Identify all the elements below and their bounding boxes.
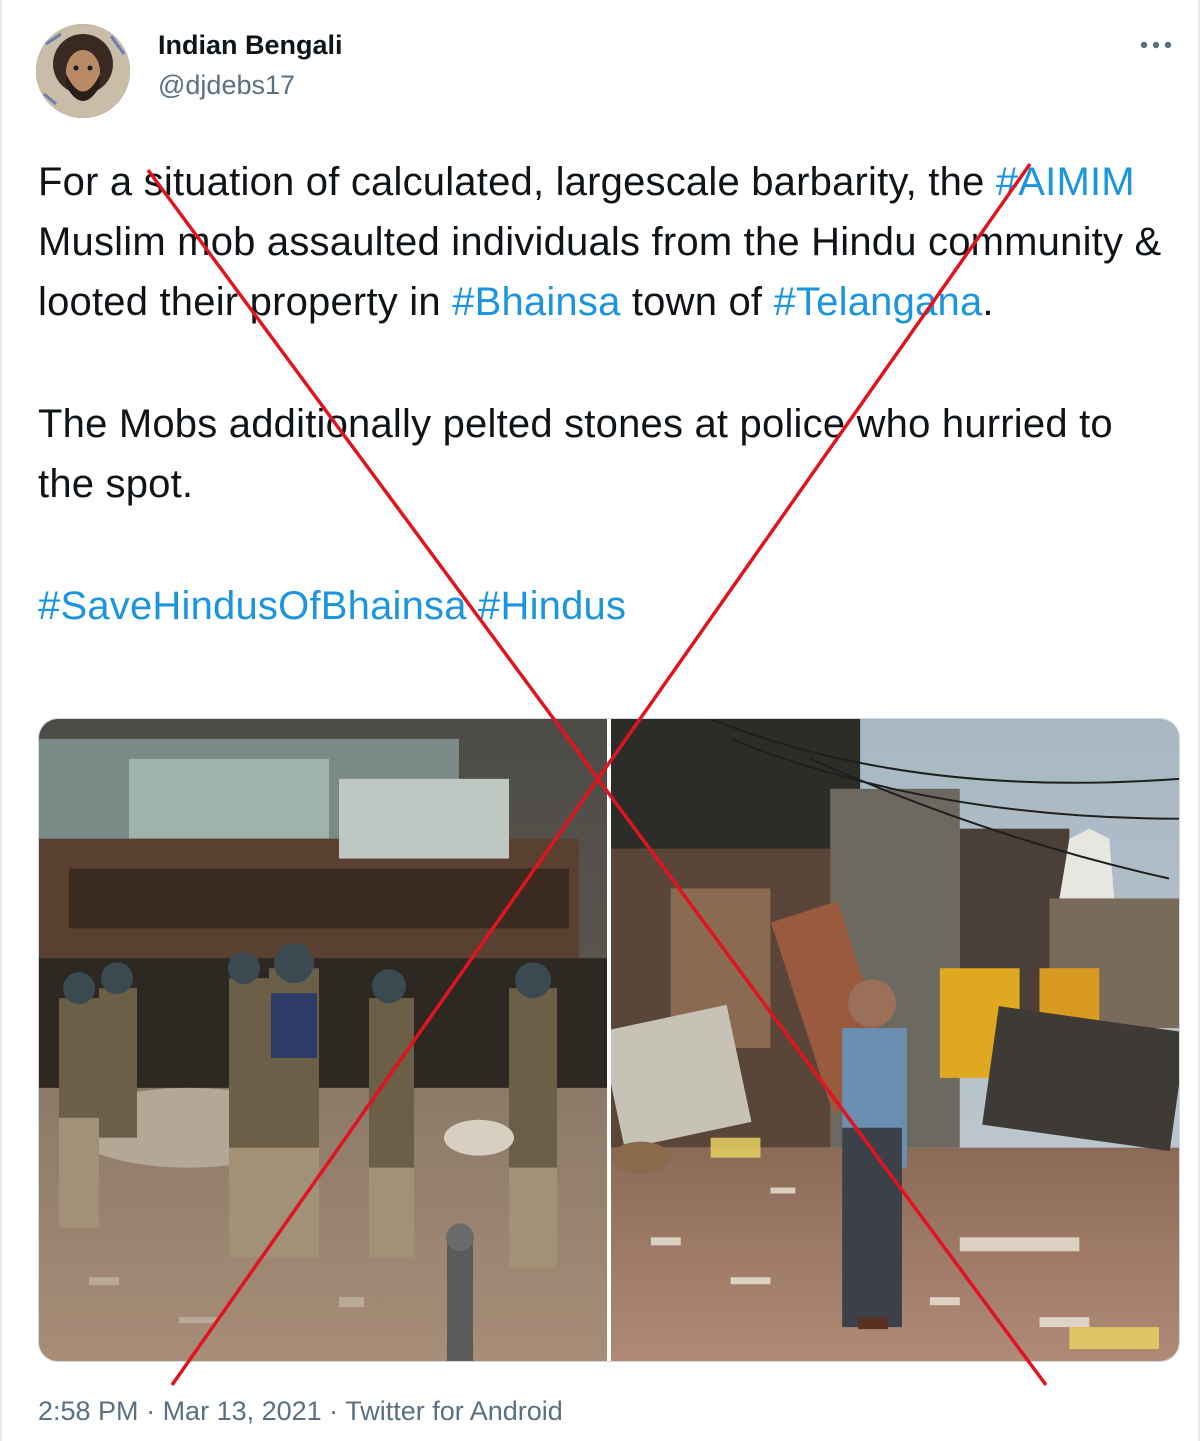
photo-right-image <box>611 719 1179 1361</box>
tweet-paragraph-hashtags: #SaveHindusOfBhainsa #Hindus <box>38 576 1178 636</box>
hashtag-link[interactable]: #Bhainsa <box>452 280 620 324</box>
hashtag-link[interactable]: #AIMIM <box>996 160 1135 204</box>
avatar[interactable] <box>36 24 130 118</box>
author-handle[interactable]: @djdebs17 <box>158 70 295 101</box>
photo-man-debris[interactable] <box>611 719 1179 1361</box>
tweet-date[interactable]: Mar 13, 2021 <box>163 1396 322 1426</box>
photo-left-image <box>39 719 607 1361</box>
author-display-name[interactable]: Indian Bengali <box>158 30 343 61</box>
more-options-button[interactable] <box>1136 30 1176 60</box>
avatar-image <box>36 24 130 118</box>
hashtag-link[interactable]: #Hindus <box>478 584 626 628</box>
media-grid <box>38 718 1180 1362</box>
tweet-source[interactable]: Twitter for Android <box>345 1396 563 1426</box>
tweet-card: Indian Bengali @djdebs17 For a situation… <box>0 0 1200 1441</box>
tweet-text-segment: . <box>982 280 994 324</box>
tweet-time[interactable]: 2:58 PM <box>38 1396 139 1426</box>
tweet-paragraph-2: The Mobs additionally pelted stones at p… <box>38 402 1113 506</box>
hashtag-link[interactable]: #Telangana <box>774 280 983 324</box>
tweet-meta: 2:58 PM · Mar 13, 2021 · Twitter for And… <box>38 1396 563 1427</box>
hashtag-link[interactable]: #SaveHindusOfBhainsa <box>38 584 467 628</box>
more-dots-icon <box>1140 41 1172 49</box>
tweet-text-segment: For a situation of calculated, largescal… <box>38 160 996 204</box>
meta-separator: · <box>321 1396 346 1426</box>
meta-separator: · <box>138 1396 163 1426</box>
tweet-text-segment: town of <box>620 280 774 324</box>
photo-police-street[interactable] <box>39 719 607 1361</box>
tweet-text: For a situation of calculated, largescal… <box>38 152 1178 636</box>
tweet-paragraph-1: For a situation of calculated, largescal… <box>38 152 1178 332</box>
